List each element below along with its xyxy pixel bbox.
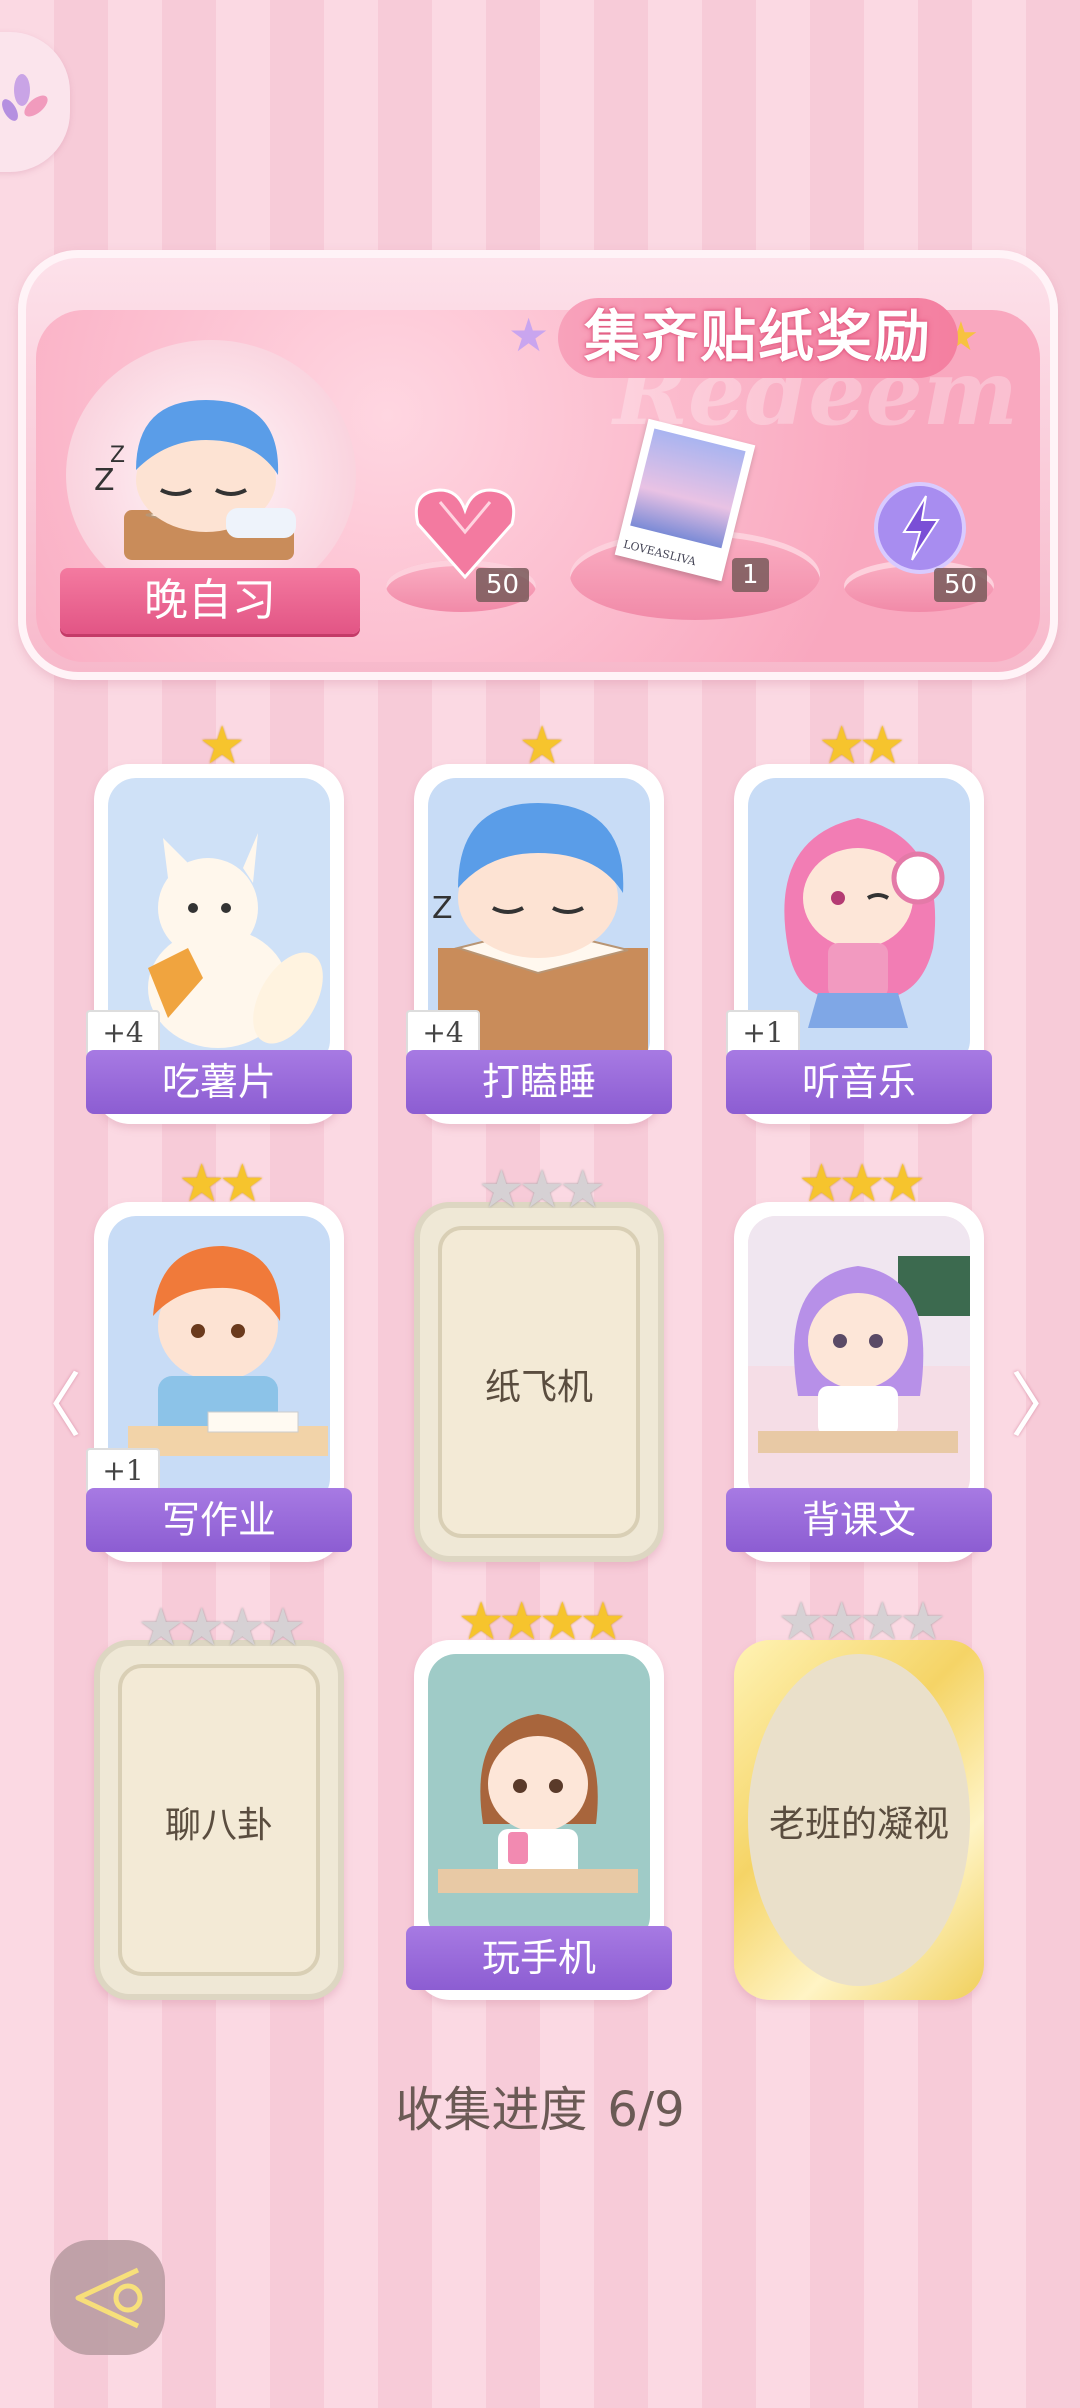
star-icon: ★ — [539, 1592, 586, 1652]
prev-page-arrow[interactable]: 〈 — [12, 1350, 82, 1451]
sticker-card[interactable]: ★★ +1 写作业 — [86, 1158, 352, 1562]
star-empty-icon: ★ — [259, 1598, 307, 1658]
star-icon: ★ — [457, 1592, 505, 1652]
reward-count: 50 — [476, 568, 530, 602]
star-empty-icon: ★ — [899, 1592, 947, 1652]
star-empty-icon: ★ — [818, 1592, 865, 1652]
card-stars: ★★ — [94, 1158, 344, 1210]
star-icon: ★ — [859, 716, 906, 776]
star-sparkle-icon: ★ — [508, 308, 550, 362]
reward-count: 1 — [732, 558, 769, 592]
star-icon: ★ — [798, 1154, 845, 1214]
star-icon: ★ — [498, 1592, 545, 1652]
card-stars: ★★★ — [734, 1158, 984, 1210]
progress-label: 收集进度 — [395, 2082, 588, 2138]
back-arrow-icon — [75, 2267, 143, 2329]
card-label: 写作业 — [86, 1488, 352, 1552]
star-empty-icon: ★ — [518, 1160, 566, 1220]
banner-title: 集齐贴纸奖励 — [558, 298, 958, 378]
card-art — [748, 1216, 970, 1506]
lightning-orb-icon — [874, 482, 966, 574]
sticker-card-locked[interactable]: ★★★ 纸飞机 — [414, 1164, 664, 1562]
svg-text:Z: Z — [110, 443, 125, 468]
card-stars: ★★★★ — [414, 1596, 664, 1648]
reward-count: 50 — [934, 568, 988, 602]
sticker-card[interactable]: ★★★★ 玩手机 — [406, 1596, 672, 2000]
star-empty-icon: ★ — [777, 1592, 825, 1652]
card-label: 听音乐 — [726, 1050, 992, 1114]
sticker-card[interactable]: ★★★ 背课文 — [726, 1158, 992, 1562]
card-label: 背课文 — [726, 1488, 992, 1552]
progress-value: 6/9 — [607, 2082, 685, 2138]
card-stars: ★★★★ — [100, 1602, 338, 1654]
sticker-reward-banner: Redeem ★ ★ 集齐贴纸奖励 Z Z 晚自习 50 LOVEASLIVA … — [18, 250, 1058, 680]
card-stars: ★★★ — [420, 1164, 658, 1216]
svg-text:Z: Z — [94, 463, 115, 498]
next-page-arrow[interactable]: 〉 — [1010, 1350, 1080, 1451]
star-icon: ★ — [178, 1154, 225, 1214]
card-label: 纸飞机 — [484, 1367, 593, 1408]
card-label: 老班的凝视 — [768, 1804, 949, 1845]
sticker-card[interactable]: ★ Z +4 打瞌睡 — [406, 720, 672, 1124]
star-icon: ★ — [879, 1154, 926, 1214]
petal-icon — [2, 74, 48, 121]
sticker-card[interactable]: ★★ +1 听音乐 — [726, 720, 992, 1124]
star-empty-icon: ★ — [478, 1160, 525, 1220]
star-empty-icon: ★ — [219, 1598, 266, 1658]
girl-playing-phone-icon — [438, 1714, 638, 1893]
star-empty-icon: ★ — [137, 1598, 185, 1658]
star-icon: ★ — [838, 1154, 886, 1214]
back-button[interactable] — [50, 2240, 165, 2355]
card-art — [428, 1654, 650, 1944]
sticker-card[interactable]: ★ +4 吃薯片 — [86, 720, 352, 1124]
collection-progress: 收集进度 6/9 — [0, 2070, 1080, 2140]
star-empty-icon: ★ — [178, 1598, 225, 1658]
card-stars: ★★★★ — [734, 1596, 984, 1648]
sticker-card-locked-gold[interactable]: ★★★★ 老班的凝视 — [734, 1596, 984, 2000]
star-icon: ★ — [518, 716, 566, 776]
card-label: 聊八卦 — [164, 1805, 273, 1846]
girl-reciting-text-icon — [748, 1216, 970, 1453]
card-label: 吃薯片 — [86, 1050, 352, 1114]
star-icon: ★ — [219, 1154, 266, 1214]
corner-menu-button[interactable] — [0, 32, 70, 172]
star-icon: ★ — [818, 716, 865, 776]
star-empty-icon: ★ — [859, 1592, 906, 1652]
sticker-card-locked[interactable]: ★★★★ 聊八卦 — [94, 1602, 344, 2000]
star-icon: ★ — [579, 1592, 627, 1652]
card-label: 玩手机 — [406, 1926, 672, 1990]
star-empty-icon: ★ — [559, 1160, 606, 1220]
star-icon: ★ — [198, 716, 246, 776]
card-stars: ★ — [94, 720, 344, 772]
svg-text:Z: Z — [432, 891, 453, 926]
avatar-label-ribbon: 晚自习 — [60, 568, 360, 634]
card-stars: ★ — [414, 720, 664, 772]
card-stars: ★★ — [734, 720, 984, 772]
card-label: 打瞌睡 — [406, 1050, 672, 1114]
pink-heart-gem-icon — [414, 488, 516, 580]
